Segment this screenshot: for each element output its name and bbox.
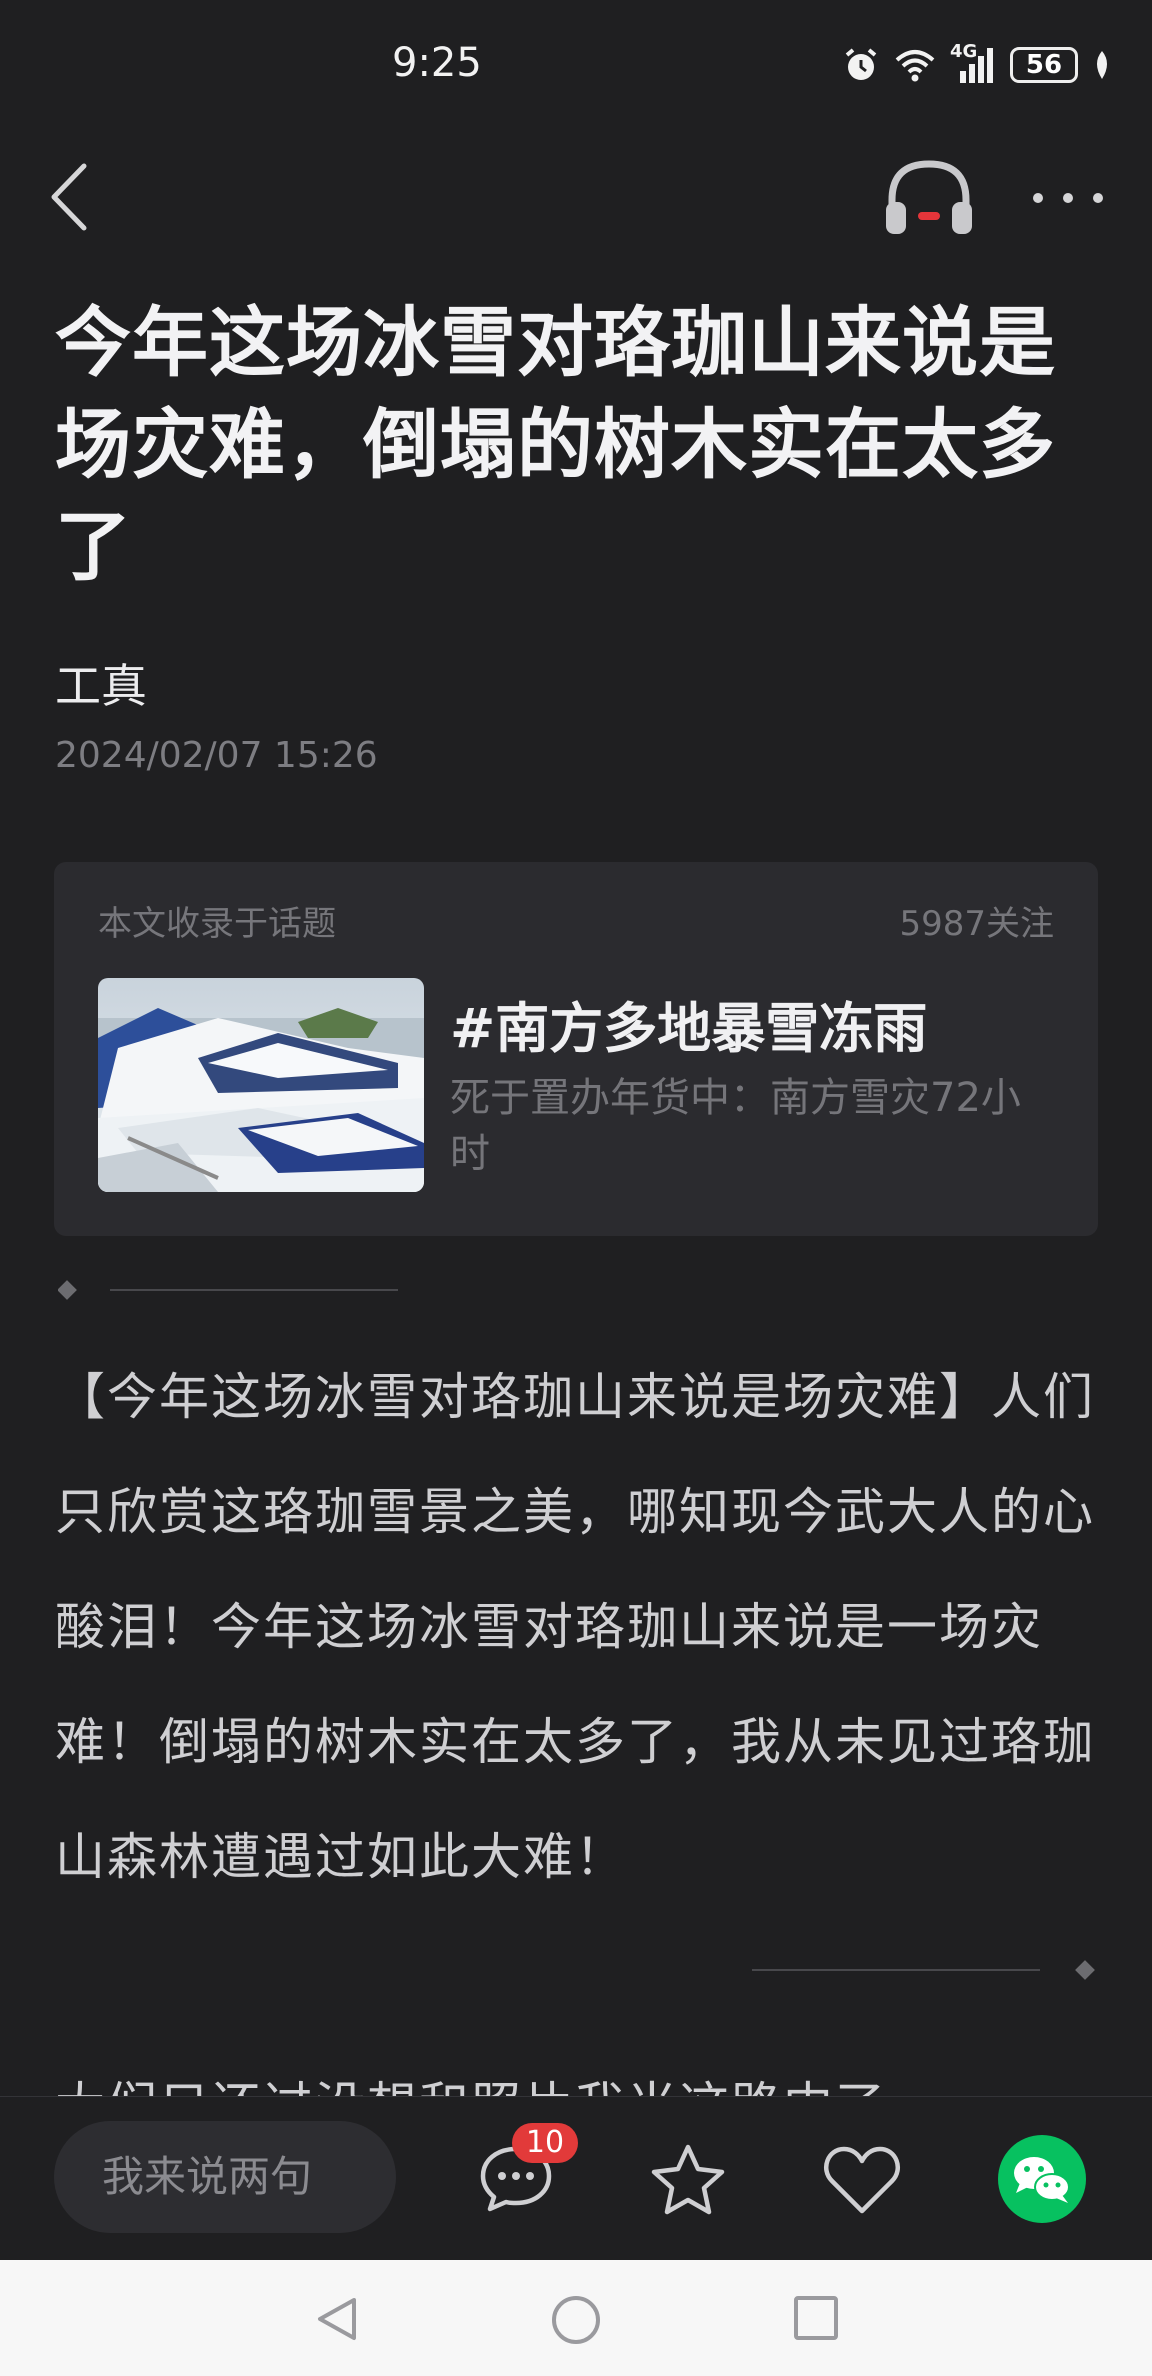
alarm-icon [845,48,877,80]
topic-card[interactable]: 本文收录于话题 5987关注 #南方多地暴雪冻雨 死于置办年货中：南方雪灾72小… [54,862,1098,1236]
comment-input[interactable]: 我来说两句 [54,2121,396,2233]
next-paragraph-text: 大们只还过没想和照片我当这路中了 [55,2078,887,2096]
signal-icon: 4G [950,41,996,83]
leaf-icon [1097,51,1107,79]
article-body: 【今年这场冰雪对珞珈山来说是场灾难】人们只欣赏这珞珈雪景之美，哪知现今武大人的心… [55,1368,1095,1886]
battery-icon: 56 [1010,47,1078,83]
action-bar: 我来说两句 10 [0,2096,1152,2260]
status-bar: 9:25 4G 56 [0,0,1152,130]
topic-hint: 本文收录于话题 [98,904,336,944]
author-name[interactable]: 工真 [55,650,147,716]
heart-icon[interactable] [822,2145,902,2215]
nav-recent-icon[interactable] [792,2294,840,2342]
battery-level: 56 [1025,50,1063,80]
nav-back-icon[interactable] [312,2294,362,2344]
more-dots-icon[interactable] [1030,180,1106,216]
comment-count-badge: 10 [512,2123,578,2163]
article-title: 今年这场冰雪对珞珈山来说是场灾难，倒塌的树木实在太多了 [55,298,1056,591]
star-icon[interactable] [648,2141,728,2217]
topic-description: 死于置办年货中：南方雪灾72小时 [450,1075,1021,1177]
topic-name[interactable]: #南方多地暴雪冻雨 [450,984,927,1063]
wifi-icon [895,50,935,82]
divider-end [752,1960,1095,1980]
divider-start [58,1280,398,1300]
headphones-icon[interactable] [884,156,974,238]
publish-date: 2024/02/07 15:26 [55,735,378,776]
system-nav-bar [0,2260,1152,2376]
topic-follow-count: 5987关注 [899,904,1054,944]
status-time: 9:25 [392,40,482,86]
topic-thumbnail[interactable] [98,978,424,1192]
back-arrow-icon[interactable] [44,162,94,232]
nav-home-icon[interactable] [550,2294,602,2346]
next-paragraph-peek: 大们只还过没想和照片我当这路中了 [55,2078,1105,2096]
wechat-icon [1014,2157,1070,2203]
status-icons: 4G 56 [842,41,1112,84]
wechat-share-button[interactable] [998,2135,1086,2223]
